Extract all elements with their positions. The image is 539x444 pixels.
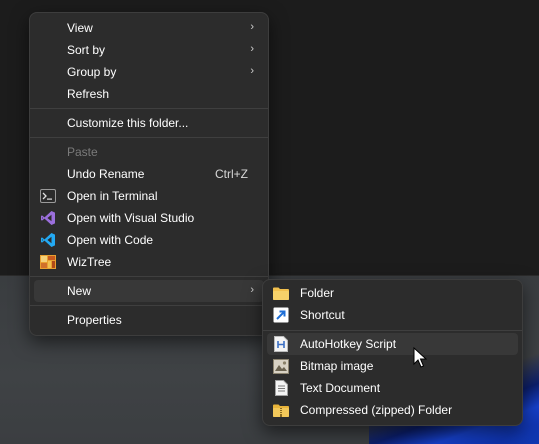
mouse-pointer-icon bbox=[413, 346, 428, 369]
chevron-right-icon: › bbox=[250, 65, 254, 77]
menu-item-customize-folder[interactable]: Customize this folder... bbox=[34, 112, 264, 134]
menu-item-open-visual-studio[interactable]: Open with Visual Studio bbox=[34, 207, 264, 229]
menu-item-sort-by[interactable]: Sort by › bbox=[34, 39, 264, 61]
zip-folder-icon bbox=[273, 402, 289, 418]
chevron-right-icon: › bbox=[250, 43, 254, 55]
menu-item-wiztree[interactable]: WizTree bbox=[34, 251, 264, 273]
autohotkey-icon bbox=[273, 336, 289, 352]
submenu-item-autohotkey-script[interactable]: AutoHotkey Script bbox=[267, 333, 518, 355]
vscode-icon bbox=[40, 232, 56, 248]
submenu-item-shortcut[interactable]: Shortcut bbox=[267, 304, 518, 326]
menu-item-paste: Paste bbox=[67, 145, 98, 159]
menu-separator bbox=[30, 137, 268, 138]
menu-item-open-terminal[interactable]: Open in Terminal bbox=[34, 185, 264, 207]
menu-separator bbox=[263, 330, 522, 331]
menu-item-open-code[interactable]: Open with Code bbox=[34, 229, 264, 251]
bitmap-icon bbox=[273, 358, 289, 374]
menu-separator bbox=[30, 276, 268, 277]
folder-icon bbox=[273, 285, 289, 301]
visual-studio-icon bbox=[40, 210, 56, 226]
shortcut-hint: Ctrl+Z bbox=[215, 167, 248, 181]
terminal-icon bbox=[40, 188, 56, 204]
text-document-icon bbox=[273, 380, 289, 396]
menu-item-properties[interactable]: Properties bbox=[34, 309, 264, 331]
menu-separator bbox=[30, 305, 268, 306]
submenu-item-folder[interactable]: Folder bbox=[267, 282, 518, 304]
menu-item-undo-rename[interactable]: Undo Rename Ctrl+Z bbox=[34, 163, 264, 185]
menu-item-refresh[interactable]: Refresh bbox=[34, 83, 264, 105]
submenu-item-compressed-folder[interactable]: Compressed (zipped) Folder bbox=[267, 399, 518, 421]
wiztree-icon bbox=[40, 254, 56, 270]
menu-item-view[interactable]: View › bbox=[34, 17, 264, 39]
chevron-right-icon: › bbox=[250, 21, 254, 33]
submenu-item-text-document[interactable]: Text Document bbox=[267, 377, 518, 399]
context-menu: View › Sort by › Group by › Refresh Cust… bbox=[29, 12, 269, 336]
chevron-right-icon: › bbox=[250, 284, 254, 296]
menu-separator bbox=[30, 108, 268, 109]
new-submenu: Folder Shortcut AutoHotkey Script Bitmap… bbox=[262, 279, 523, 426]
menu-item-group-by[interactable]: Group by › bbox=[34, 61, 264, 83]
submenu-item-bitmap-image[interactable]: Bitmap image bbox=[267, 355, 518, 377]
menu-item-new[interactable]: New › bbox=[34, 280, 264, 302]
shortcut-icon bbox=[273, 307, 289, 323]
